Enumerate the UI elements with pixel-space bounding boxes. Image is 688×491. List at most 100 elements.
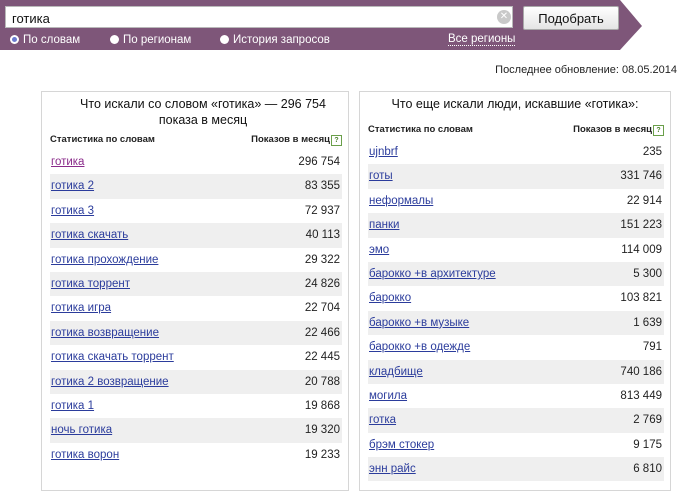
table-row: кладбище 740 186 [368,359,664,384]
table-row: могила 813 449 [368,384,664,408]
column-shows-header: Показов в месяц? [251,134,342,146]
shows-count: 29 322 [304,253,340,266]
column-shows-label: Показов в месяц [573,124,652,135]
shows-count: 331 746 [620,170,662,183]
phrase-link[interactable]: готика прохождение [51,248,158,272]
phrase-link[interactable]: ujnbrf [369,140,398,164]
phrase-link[interactable]: энн райс [369,457,416,481]
shows-count: 24 826 [304,277,340,290]
phrase-link[interactable]: готика 2 возвращение [51,370,169,394]
radio-icon[interactable] [220,35,229,44]
shows-count: 103 821 [620,292,662,305]
table-row: готика скачать торрент 22 445 [50,345,342,369]
shows-count: 83 355 [304,180,340,193]
table-row: готика 2 возвращение 20 788 [50,369,342,394]
submit-button[interactable]: Подобрать [523,6,619,30]
shows-count: 19 233 [304,448,340,461]
table-row: неформалы 22 914 [368,189,664,213]
mode-by-words[interactable]: По словам [10,34,80,46]
phrase-link[interactable]: барокко +в архитектуре [369,262,496,286]
left-results-list: готика 296 754 готика 2 83 355 готика 3 72 93… [50,150,342,467]
phrase-link[interactable]: панки [369,213,399,237]
phrase-link[interactable]: готика скачать [51,223,128,247]
phrase-link[interactable]: готика 1 [51,394,94,418]
help-icon[interactable]: ? [653,125,664,136]
table-row: готика скачать 40 113 [50,223,342,248]
shows-count: 740 186 [620,365,662,378]
table-row: готика прохождение 29 322 [50,248,342,272]
shows-count: 22 466 [304,326,340,339]
phrase-link[interactable]: брэм стокер [369,433,434,457]
phrase-link[interactable]: готика игра [51,296,111,320]
shows-count: 1 639 [633,316,662,329]
right-panel-title: Что еще искали люди, искавшие «готика»: [391,97,639,111]
table-row: готка 2 769 [368,408,664,433]
last-update: Последнее обновление: 08.05.2014 [495,64,677,76]
phrase-link[interactable]: ночь готика [51,418,112,442]
table-row: эмо 114 009 [368,238,664,262]
table-row: готика игра 22 704 [50,296,342,320]
phrase-link[interactable]: эмо [369,238,389,262]
mode-label: По словам [23,34,81,46]
table-row: готика 2 83 355 [50,174,342,199]
phrase-link[interactable]: готка [369,408,396,432]
phrase-link[interactable]: готика возвращение [51,321,159,345]
table-row: готы 331 746 [368,164,664,189]
phrase-link[interactable]: барокко +в музыке [369,311,469,335]
shows-count: 20 788 [304,375,340,388]
radio-icon[interactable] [10,35,19,44]
table-row: готика ворон 19 233 [50,443,342,467]
radio-icon[interactable] [110,35,119,44]
phrase-link[interactable]: кладбище [369,360,423,384]
shows-count: 296 754 [298,156,340,168]
shows-count: 6 810 [633,463,662,476]
search-bar: ✕ Подобрать По словам По регионам Истори… [0,0,688,52]
shows-count: 22 704 [304,302,340,315]
left-panel-title: Что искали со словом «готика» — 296 754 … [80,97,326,127]
phrase-link[interactable]: готика 2 [51,174,94,198]
table-row: готика 3 72 937 [50,199,342,223]
shows-count: 2 769 [633,414,662,427]
shows-count: 813 449 [620,389,662,402]
column-phrase-header: Статистика по словам [50,134,155,145]
table-row: энн райс 6 810 [368,457,664,482]
all-regions-link[interactable]: Все регионы [448,33,516,46]
shows-count: 9 175 [633,438,662,451]
table-row: барокко +в музыке 1 639 [368,310,664,336]
mode-by-regions[interactable]: По регионам [110,34,191,46]
shows-count: 791 [642,341,662,354]
mode-label: История запросов [233,34,330,46]
table-row: ночь готика 19 320 [50,418,342,443]
column-phrase-header: Статистика по словам [368,124,473,135]
column-shows-header: Показов в месяц? [573,124,664,136]
shows-count: 22 914 [626,194,662,207]
phrase-link[interactable]: готика торрент [51,272,130,296]
phrase-link[interactable]: готика [51,150,84,174]
clear-icon[interactable]: ✕ [497,10,511,24]
phrase-link[interactable]: готы [369,164,393,188]
shows-count: 40 113 [305,229,340,242]
right-column-header: Статистика по словам Показов в месяц? [368,124,664,138]
shows-count: 114 009 [621,243,662,256]
table-row: барокко 103 821 [368,286,664,310]
phrase-link[interactable]: барокко [369,286,411,310]
phrase-link[interactable]: могила [369,384,407,408]
right-results-list: ujnbrf 235 готы 331 746 неформалы 22 914 панки… [368,140,664,482]
column-shows-label: Показов в месяц [251,134,330,145]
table-row: готика торрент 24 826 [50,271,342,297]
help-icon[interactable]: ? [331,135,342,146]
table-row: готика возвращение 22 466 [50,320,342,346]
shows-count: 19 868 [304,399,340,412]
phrase-link[interactable]: готика скачать торрент [51,345,174,369]
mode-history[interactable]: История запросов [220,34,330,46]
shows-count: 5 300 [633,267,662,280]
search-input[interactable] [5,6,513,28]
left-panel: Что искали со словом «готика» — 296 754 … [41,91,349,491]
phrase-link[interactable]: готика ворон [51,443,119,467]
phrase-link[interactable]: барокко +в одежде [369,335,470,359]
right-panel: Что еще искали люди, искавшие «готика»: … [359,91,671,491]
table-row: готика 296 754 [50,150,342,174]
shows-count: 151 223 [620,219,662,232]
phrase-link[interactable]: неформалы [369,189,433,213]
phrase-link[interactable]: готика 3 [51,199,94,223]
